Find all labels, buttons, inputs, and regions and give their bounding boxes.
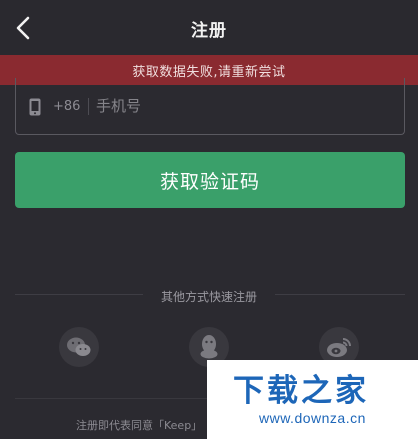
watermark-url: www.downza.cn	[259, 410, 366, 426]
watermark: 下载之家 www.downza.cn	[207, 360, 418, 439]
phone-field[interactable]: +86	[15, 78, 405, 135]
country-code[interactable]: +86	[53, 99, 80, 114]
phone-number-input[interactable]	[96, 92, 386, 120]
weibo-icon	[327, 338, 351, 357]
mobile-phone-icon	[29, 98, 41, 116]
wechat-login-button[interactable]	[59, 327, 99, 367]
navigation-bar: 注册	[0, 0, 418, 56]
other-methods-label: 其他方式快速注册	[160, 290, 257, 304]
field-divider	[88, 98, 89, 115]
error-message: 获取数据失败,请重新尝试	[132, 64, 286, 80]
wechat-icon	[67, 337, 91, 356]
page-title: 注册	[191, 21, 227, 41]
get-verification-code-button[interactable]: 获取验证码	[15, 152, 405, 208]
qq-icon	[200, 335, 218, 359]
watermark-title: 下载之家	[233, 373, 369, 409]
